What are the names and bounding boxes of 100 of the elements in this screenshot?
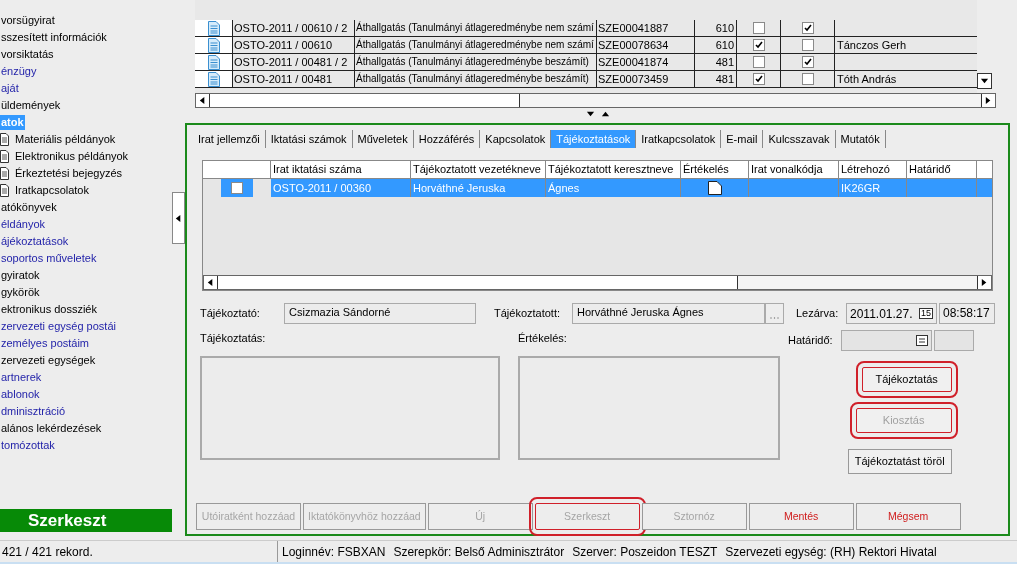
arrow-up-icon	[600, 110, 610, 119]
nav-item[interactable]: zemélyes postáim	[0, 336, 91, 351]
document-row[interactable]: OSTO-2011 / 00610 / 2 Áthallgatás (Tanulmányi átlageredménybe nem számí SZE00041887 610	[195, 20, 977, 37]
nav-item[interactable]: zervezeti egységek	[0, 353, 97, 368]
checkmark-icon	[754, 41, 763, 49]
nav-item[interactable]: ablonok	[0, 387, 41, 402]
informer-field[interactable]: Csizmazia Sándorné	[284, 303, 476, 324]
nav-subitem[interactable]: Érkeztetési bejegyzés	[15, 165, 122, 182]
table-cell: OSTO-2011 / 00610	[232, 37, 354, 53]
closed-time-field[interactable]: 08:58:17	[939, 303, 995, 324]
nav-item[interactable]: atókönyvek	[0, 200, 58, 215]
status-text: Szervezeti egység: (RH) Rektori Hivatal	[725, 543, 937, 561]
table-cell: Áthallgatás (Tanulmányi átlageredménybe nem számí	[354, 37, 596, 53]
document-icon	[207, 71, 220, 87]
nav-item[interactable]: sszesített információk	[0, 30, 108, 45]
document-icon	[207, 20, 220, 36]
table-cell: Áthallgatás (Tanulmányi átlageredménybe nem számí	[354, 20, 596, 36]
document-icon	[707, 181, 722, 195]
checkbox[interactable]	[801, 22, 814, 34]
nav-item[interactable]: artnerek	[0, 370, 43, 385]
tab[interactable]: Mutatók	[835, 130, 886, 148]
column-header[interactable]: Határidő	[907, 161, 977, 178]
tab[interactable]: Irat jellemzői	[193, 130, 266, 148]
record-count: 421 / 421 rekord.	[1, 543, 94, 561]
nav-item[interactable]: alános lekérdezések	[0, 421, 103, 436]
scrollbar-thumb[interactable]	[218, 276, 738, 289]
deadline-time-field[interactable]	[933, 330, 974, 351]
table-cell: OSTO-2011 / 00481	[232, 71, 354, 87]
column-header[interactable]: Tájékoztatott vezetékneve	[411, 161, 546, 178]
nav-item[interactable]: vorsiktatás	[0, 47, 55, 62]
nav-item[interactable]: tomózottak	[0, 438, 56, 453]
nav-item[interactable]: vorsügyirat	[0, 13, 56, 28]
status-text: Szerepkör: Belső Adminisztrátor	[393, 543, 565, 561]
tab[interactable]: Hozzáférés	[413, 130, 481, 148]
closed-date-field[interactable]: 2011.01.27. 15	[846, 303, 937, 324]
nav-item[interactable]: gyiratok	[0, 268, 41, 283]
scroll-left-button[interactable]	[196, 94, 210, 107]
checkmark-icon	[803, 24, 812, 32]
checkbox[interactable]	[801, 73, 814, 85]
scrollbar-thumb[interactable]	[210, 94, 520, 107]
scroll-left-button[interactable]	[204, 276, 218, 289]
horizontal-scrollbar[interactable]	[203, 275, 992, 290]
checkbox[interactable]	[752, 56, 765, 68]
table-cell: Áthallgatás (Tanulmányi átlageredménybe beszámít)	[354, 54, 596, 70]
nav-item[interactable]: éldányok	[0, 217, 47, 232]
action-button[interactable]: Tájékoztatást töröl	[847, 449, 952, 474]
column-header[interactable]: Létrehozó	[839, 161, 907, 178]
deadline-field[interactable]	[840, 330, 932, 351]
field-label: Értékelés:	[518, 331, 568, 346]
nav-subitem[interactable]: Materiális példányok	[15, 131, 116, 148]
scroll-down-button[interactable]	[977, 73, 992, 89]
field-label: Tájékoztatott:	[494, 306, 562, 322]
column-header[interactable]: Irat vonalkódja	[749, 161, 839, 178]
table-cell: 610	[694, 20, 736, 36]
checkbox[interactable]	[752, 73, 765, 85]
nav-item[interactable]: zervezeti egység postái	[0, 319, 117, 334]
nav-item[interactable]: aját	[0, 81, 20, 96]
nav-item[interactable]: üldemények	[0, 98, 62, 113]
informed-field[interactable]: Horváthné Jeruska Ágnes	[572, 303, 765, 324]
table-cell: Horváthné Jeruska	[411, 179, 546, 197]
checkbox[interactable]	[752, 22, 765, 34]
calendar-icon[interactable]	[915, 335, 928, 346]
column-header[interactable]: Értékelés	[681, 161, 749, 178]
nav-item[interactable]: ektronikus dossziék	[0, 302, 98, 317]
nav-item[interactable]: ájékoztatások	[0, 234, 70, 249]
tab[interactable]: E-mail	[721, 130, 764, 148]
table-cell: Áthallgatás (Tanulmányi átlageredménybe beszámít)	[354, 71, 596, 87]
nav-item[interactable]: énzügy	[0, 64, 38, 79]
calendar-icon[interactable]: 15	[919, 308, 933, 319]
column-header[interactable]: Tájékoztatott keresztneve	[546, 161, 681, 178]
tab[interactable]: Műveletek	[352, 130, 414, 148]
nav-subitem[interactable]: Elektronikus példányok	[15, 148, 129, 165]
tab[interactable]: Iratkapcsolatok	[636, 130, 722, 148]
nav-item[interactable]: gykörök	[0, 285, 41, 300]
field-label: Határidő:	[788, 333, 833, 349]
toolbar-button[interactable]: Mégsem	[855, 503, 961, 530]
arrow-left-icon	[198, 96, 207, 105]
nav-item[interactable]: soportos műveletek	[0, 251, 98, 266]
tab[interactable]: Kulcsszavak	[763, 130, 836, 148]
scroll-right-button[interactable]	[977, 276, 991, 289]
checkmark-icon	[754, 75, 763, 83]
nav-item[interactable]: dminisztráció	[0, 404, 67, 419]
nav-subitem[interactable]: Iratkapcsolatok	[15, 182, 89, 199]
document-icon	[207, 37, 220, 53]
scroll-right-button[interactable]	[981, 94, 995, 107]
checkbox[interactable]	[801, 39, 814, 51]
table-cell: SZE00041887	[596, 20, 694, 36]
document-row[interactable]: OSTO-2011 / 00481 / 2 Áthallgatás (Tanulmányi átlageredménybe beszámít) SZE00041874 481	[195, 54, 977, 71]
toolbar-button[interactable]: Mentés	[748, 503, 854, 530]
checkbox[interactable]	[231, 182, 243, 194]
checkbox[interactable]	[801, 56, 814, 68]
tab[interactable]: Iktatási számok	[265, 130, 353, 148]
document-row[interactable]: OSTO-2011 / 00610 Áthallgatás (Tanulmányi átlageredménybe nem számí SZE00078634 610 Tánczos Gerh	[195, 37, 977, 54]
document-icon	[207, 54, 220, 70]
table-cell: 610	[694, 37, 736, 53]
arrow-right-icon	[984, 96, 993, 105]
column-header[interactable]: Irat iktatási száma	[271, 161, 411, 178]
document-row[interactable]: OSTO-2011 / 00481 Áthallgatás (Tanulmányi átlageredménybe beszámít) SZE00073459 481 Tóth András	[195, 71, 977, 88]
checkbox[interactable]	[752, 39, 765, 51]
horizontal-scrollbar[interactable]	[195, 93, 996, 108]
